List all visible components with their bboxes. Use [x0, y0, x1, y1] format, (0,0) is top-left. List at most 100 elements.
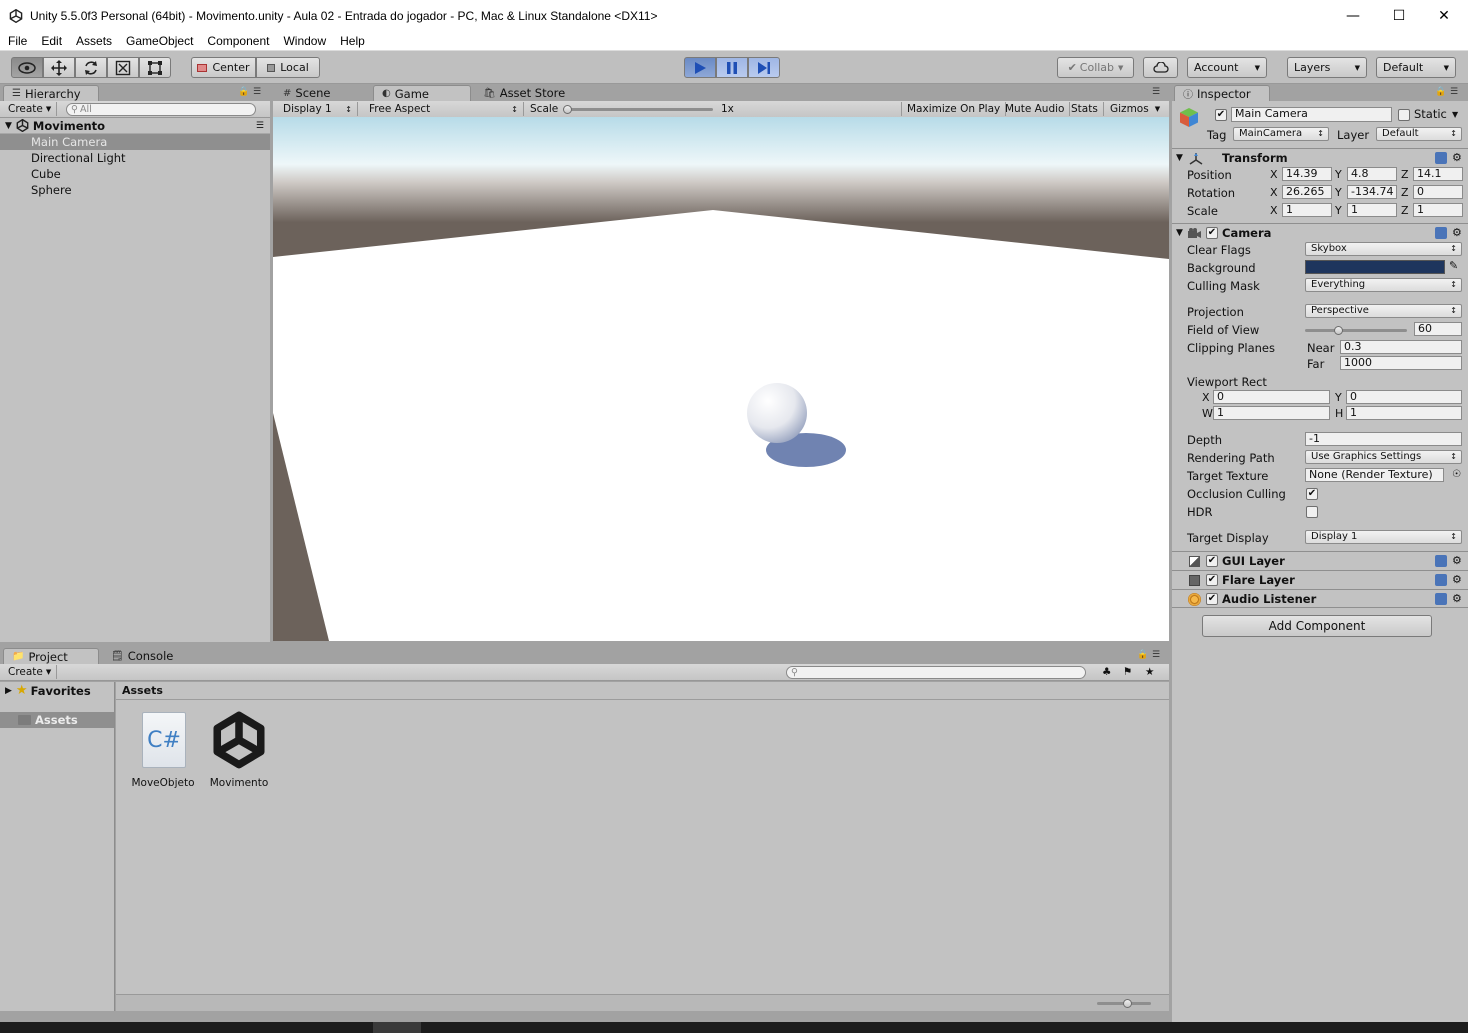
menu-help[interactable]: Help [333, 34, 372, 48]
target-display-dropdown[interactable]: Display 1 [1305, 530, 1462, 544]
display-dropdown[interactable]: Display 1 ↕ [278, 102, 358, 116]
eyedropper-icon[interactable]: ✎ [1449, 259, 1458, 272]
rect-tool-button[interactable] [139, 57, 171, 78]
object-name-input[interactable]: Main Camera [1231, 107, 1392, 122]
lock-icon[interactable]: 🔒 [1137, 650, 1148, 660]
view-tool-button[interactable] [11, 57, 43, 78]
tab-project[interactable]: 📁 Project [3, 648, 99, 664]
move-tool-button[interactable] [43, 57, 75, 78]
camera-enabled-checkbox[interactable]: ✔ [1206, 227, 1218, 239]
maximize-on-play-button[interactable]: Maximize On Play [901, 102, 1007, 116]
fov-slider-knob[interactable] [1333, 326, 1343, 335]
fov-input[interactable]: 60 [1414, 322, 1462, 336]
tab-inspector[interactable]: ⓘ Inspector [1174, 85, 1270, 101]
play-button[interactable] [684, 57, 716, 78]
lock-icon[interactable]: 🔒 [238, 87, 249, 97]
rotation-z-input[interactable]: 0 [1413, 185, 1463, 199]
filter-by-label-icon[interactable]: ⚑ [1118, 665, 1137, 679]
game-viewport[interactable] [273, 117, 1169, 641]
pivot-center-button[interactable]: Center [191, 57, 256, 78]
account-dropdown[interactable]: Account ▼ [1187, 57, 1267, 78]
position-z-input[interactable]: 14.1 [1413, 167, 1463, 181]
viewport-h-input[interactable]: 1 [1346, 406, 1462, 420]
projection-dropdown[interactable]: Perspective [1305, 304, 1462, 318]
gui-layer-checkbox[interactable]: ✔ [1206, 555, 1218, 567]
tab-game[interactable]: ◐ Game [373, 85, 471, 101]
viewport-w-input[interactable]: 1 [1213, 406, 1330, 420]
flare-layer-checkbox[interactable]: ✔ [1206, 574, 1218, 586]
panel-menu-icon[interactable]: ☰ [253, 87, 261, 97]
help-book-icon[interactable] [1435, 555, 1447, 567]
favorites-row[interactable]: ▶ ★ Favorites [0, 682, 114, 699]
active-checkbox[interactable]: ✔ [1215, 109, 1227, 121]
project-search-input[interactable]: ⚲ [786, 666, 1086, 679]
step-button[interactable] [748, 57, 780, 78]
gizmos-button[interactable]: Gizmos ▼ [1105, 102, 1165, 116]
layer-dropdown[interactable]: Default [1376, 127, 1462, 141]
hierarchy-item-main-camera[interactable]: Main Camera [0, 134, 270, 150]
favorite-star-icon[interactable]: ★ [1140, 665, 1159, 679]
scale-tool-button[interactable] [107, 57, 139, 78]
scale-slider[interactable] [567, 108, 713, 111]
static-dropdown-icon[interactable]: ▼ [1452, 110, 1458, 119]
menu-assets[interactable]: Assets [69, 34, 119, 48]
background-color-swatch[interactable] [1305, 260, 1445, 274]
menu-gameobject[interactable]: GameObject [119, 34, 200, 48]
panel-menu-icon[interactable]: ☰ [1152, 87, 1160, 97]
hierarchy-item-sphere[interactable]: Sphere [0, 182, 270, 198]
audio-listener-checkbox[interactable]: ✔ [1206, 593, 1218, 605]
hierarchy-item-cube[interactable]: Cube [0, 166, 270, 182]
assets-folder-row[interactable]: Assets [0, 712, 114, 728]
menu-component[interactable]: Component [200, 34, 276, 48]
scale-y-input[interactable]: 1 [1347, 203, 1397, 217]
aspect-dropdown[interactable]: Free Aspect ↕ [364, 102, 524, 116]
scale-slider-knob[interactable] [563, 105, 572, 114]
transform-header[interactable]: ▼ Transform ⚙ [1172, 148, 1468, 167]
target-texture-field[interactable]: None (Render Texture) [1305, 468, 1444, 482]
audio-listener-header[interactable]: ✔ Audio Listener ⚙ [1172, 589, 1468, 608]
culling-mask-dropdown[interactable]: Everything [1305, 278, 1462, 292]
scale-z-input[interactable]: 1 [1413, 203, 1463, 217]
near-input[interactable]: 0.3 [1340, 340, 1462, 354]
rotate-tool-button[interactable] [75, 57, 107, 78]
cloud-button[interactable] [1143, 57, 1178, 78]
pivot-local-button[interactable]: Local [256, 57, 320, 78]
fov-slider[interactable] [1305, 329, 1407, 332]
icon-size-slider-knob[interactable] [1123, 999, 1132, 1008]
tab-scene[interactable]: # Scene [275, 85, 363, 101]
layers-dropdown[interactable]: Layers ▼ [1287, 57, 1367, 78]
menu-window[interactable]: Window [276, 34, 333, 48]
project-create-button[interactable]: Create ▼ [3, 665, 58, 679]
help-book-icon[interactable] [1435, 574, 1447, 586]
clear-flags-dropdown[interactable]: Skybox [1305, 242, 1462, 256]
tab-console[interactable]: 🗒 Console [103, 648, 193, 664]
gear-icon[interactable]: ⚙ [1452, 593, 1464, 605]
gui-layer-header[interactable]: ✔ GUI Layer ⚙ [1172, 551, 1468, 570]
scene-row[interactable]: ▼ Movimento ☰ [0, 118, 270, 134]
mute-audio-button[interactable]: Mute Audio [1000, 102, 1071, 116]
hierarchy-create-button[interactable]: Create ▼ [3, 102, 58, 116]
taskbar-active-app[interactable] [373, 1022, 421, 1033]
rendering-path-dropdown[interactable]: Use Graphics Settings [1305, 450, 1462, 464]
camera-header[interactable]: ▼ ✔ Camera ⚙ [1172, 223, 1468, 242]
add-component-button[interactable]: Add Component [1202, 615, 1432, 637]
layout-dropdown[interactable]: Default ▼ [1376, 57, 1456, 78]
depth-input[interactable]: -1 [1305, 432, 1462, 446]
far-input[interactable]: 1000 [1340, 356, 1462, 370]
scene-menu-icon[interactable]: ☰ [256, 121, 264, 131]
minimize-button[interactable]: — [1330, 0, 1376, 31]
maximize-button[interactable]: ☐ [1376, 0, 1422, 31]
gear-icon[interactable]: ⚙ [1452, 227, 1464, 239]
position-x-input[interactable]: 14.39 [1282, 167, 1332, 181]
occlusion-culling-checkbox[interactable]: ✔ [1306, 488, 1318, 500]
collab-button[interactable]: ✔ Collab ▼ [1057, 57, 1134, 78]
hierarchy-search-input[interactable]: ⚲ All [66, 103, 256, 116]
tab-asset-store[interactable]: 🛍 Asset Store [475, 85, 579, 101]
position-y-input[interactable]: 4.8 [1347, 167, 1397, 181]
help-book-icon[interactable] [1435, 593, 1447, 605]
scale-x-input[interactable]: 1 [1282, 203, 1332, 217]
tab-hierarchy[interactable]: ☰ Hierarchy [3, 85, 99, 101]
hierarchy-item-directional-light[interactable]: Directional Light [0, 150, 270, 166]
asset-item[interactable]: C# MoveObjeto [128, 711, 198, 791]
asset-item[interactable]: Movimento [204, 711, 274, 791]
